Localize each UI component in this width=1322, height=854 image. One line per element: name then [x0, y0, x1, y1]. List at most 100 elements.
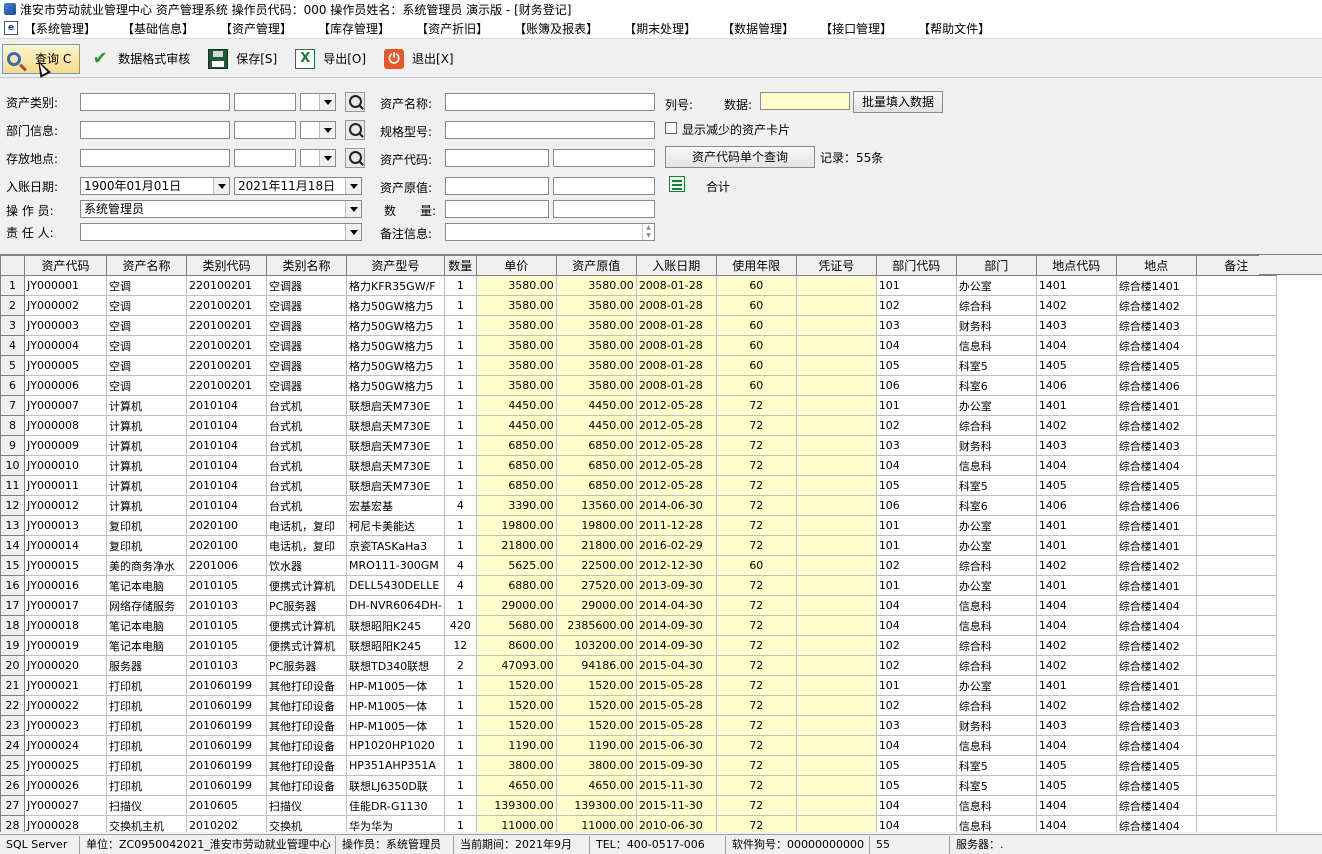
- table-cell[interactable]: 1406: [1035, 375, 1117, 396]
- table-cell[interactable]: JY000024: [24, 735, 107, 756]
- table-cell[interactable]: 60: [715, 275, 797, 296]
- table-cell[interactable]: 宏基宏基: [346, 495, 445, 516]
- table-cell[interactable]: 1405: [1035, 755, 1117, 776]
- table-row[interactable]: 27 JY000027 扫描仪 2010605 扫描仪 佳能DR-G1130 1 139300…: [0, 795, 1277, 816]
- table-cell[interactable]: 6850.00: [475, 435, 557, 456]
- row-number[interactable]: 16: [0, 575, 25, 596]
- table-cell[interactable]: [795, 275, 877, 296]
- row-number[interactable]: 25: [0, 755, 25, 776]
- table-cell[interactable]: 2015-05-28: [635, 715, 717, 736]
- table-cell[interactable]: 1520.00: [555, 695, 637, 716]
- responsible-combo[interactable]: [80, 223, 362, 241]
- table-cell[interactable]: 201060199: [186, 675, 267, 696]
- table-cell[interactable]: JY000017: [24, 595, 107, 616]
- row-number[interactable]: 15: [0, 555, 25, 576]
- table-cell[interactable]: 3800.00: [555, 755, 637, 776]
- table-cell[interactable]: 60: [715, 335, 797, 356]
- table-cell[interactable]: 220100201: [186, 335, 267, 356]
- row-number[interactable]: 6: [0, 375, 25, 396]
- table-cell[interactable]: [795, 515, 877, 536]
- menu-period-end[interactable]: 【期末处理】: [624, 20, 696, 37]
- table-cell[interactable]: 220100201: [186, 355, 267, 376]
- table-cell[interactable]: 104: [875, 815, 957, 832]
- table-cell[interactable]: 联想昭阳K245: [346, 615, 445, 636]
- column-header[interactable]: 部门代码: [875, 255, 957, 276]
- table-cell[interactable]: 3580.00: [555, 375, 637, 396]
- table-cell[interactable]: JY000010: [24, 455, 107, 476]
- table-cell[interactable]: 联想启天M730E: [346, 395, 445, 416]
- table-cell[interactable]: 2020100: [186, 515, 267, 536]
- table-row[interactable]: 5 JY000005 空调 220100201 空调器 格力50GW格力5 1 3580.00…: [0, 355, 1277, 376]
- show-reduced-checkbox[interactable]: [665, 122, 677, 134]
- column-header[interactable]: 凭证号: [795, 255, 877, 276]
- table-cell[interactable]: 2014-09-30: [635, 635, 717, 656]
- table-cell[interactable]: 综合楼1404: [1115, 335, 1197, 356]
- table-cell[interactable]: 103: [875, 435, 957, 456]
- table-cell[interactable]: 1404: [1035, 455, 1117, 476]
- table-cell[interactable]: 2015-05-28: [635, 675, 717, 696]
- table-cell[interactable]: 3580.00: [475, 335, 557, 356]
- table-cell[interactable]: 103200.00: [555, 635, 637, 656]
- table-cell[interactable]: 联想昭阳K245: [346, 635, 445, 656]
- table-cell[interactable]: 综合楼1404: [1115, 815, 1197, 832]
- table-cell[interactable]: 台式机: [266, 495, 347, 516]
- quantity-from-input[interactable]: [445, 200, 549, 218]
- table-cell[interactable]: 打印机: [106, 675, 187, 696]
- table-cell[interactable]: 2010104: [186, 455, 267, 476]
- table-cell[interactable]: 交换机: [266, 815, 347, 832]
- table-cell[interactable]: 电话机，复印: [266, 535, 347, 556]
- table-cell[interactable]: [1195, 495, 1277, 516]
- table-cell[interactable]: 1405: [1035, 775, 1117, 796]
- table-cell[interactable]: 综合楼1402: [1115, 415, 1197, 436]
- table-cell[interactable]: 综合楼1401: [1115, 675, 1197, 696]
- save-button[interactable]: 保存[S]: [204, 44, 285, 74]
- department-code-input[interactable]: [234, 121, 296, 139]
- table-cell[interactable]: 1: [443, 535, 477, 556]
- table-cell[interactable]: 综合楼1405: [1115, 775, 1197, 796]
- table-cell[interactable]: 2010103: [186, 655, 267, 676]
- table-cell[interactable]: [795, 495, 877, 516]
- table-cell[interactable]: [795, 395, 877, 416]
- table-cell[interactable]: 1401: [1035, 515, 1117, 536]
- row-number[interactable]: 11: [0, 475, 25, 496]
- table-cell[interactable]: 网络存储服务: [106, 595, 187, 616]
- table-cell[interactable]: 2010105: [186, 615, 267, 636]
- table-cell[interactable]: 格力50GW格力5: [346, 315, 445, 336]
- table-cell[interactable]: 60: [715, 315, 797, 336]
- table-cell[interactable]: 1: [443, 315, 477, 336]
- table-cell[interactable]: 便携式计算机: [266, 615, 347, 636]
- table-cell[interactable]: 打印机: [106, 755, 187, 776]
- menu-system[interactable]: 【系统管理】: [24, 20, 96, 37]
- table-cell[interactable]: [1195, 435, 1277, 456]
- table-cell[interactable]: [1195, 415, 1277, 436]
- table-cell[interactable]: 空调器: [266, 275, 347, 296]
- table-cell[interactable]: [795, 415, 877, 436]
- table-cell[interactable]: 1406: [1035, 495, 1117, 516]
- column-header[interactable]: 类别名称: [266, 255, 347, 276]
- table-cell[interactable]: 科室6: [955, 375, 1037, 396]
- table-row[interactable]: 10 JY000010 计算机 2010104 台式机 联想启天M730E 1 6850.00…: [0, 455, 1277, 476]
- table-cell[interactable]: [1195, 615, 1277, 636]
- table-cell[interactable]: 1520.00: [555, 715, 637, 736]
- table-cell[interactable]: [795, 455, 877, 476]
- table-cell[interactable]: 1: [443, 735, 477, 756]
- table-cell[interactable]: JY000008: [24, 415, 107, 436]
- table-cell[interactable]: [1195, 695, 1277, 716]
- table-cell[interactable]: 综合楼1403: [1115, 715, 1197, 736]
- table-cell[interactable]: 饮水器: [266, 555, 347, 576]
- table-cell[interactable]: 综合科: [955, 695, 1037, 716]
- table-cell[interactable]: 1403: [1035, 315, 1117, 336]
- table-cell[interactable]: 60: [715, 355, 797, 376]
- department-search-button[interactable]: [345, 120, 365, 140]
- table-cell[interactable]: 2015-04-30: [635, 655, 717, 676]
- table-cell[interactable]: JY000013: [24, 515, 107, 536]
- table-cell[interactable]: 102: [875, 635, 957, 656]
- table-cell[interactable]: [795, 535, 877, 556]
- table-cell[interactable]: 139300.00: [475, 795, 557, 816]
- table-cell[interactable]: 4450.00: [475, 415, 557, 436]
- asset-code-from-input[interactable]: [445, 149, 549, 167]
- table-cell[interactable]: JY000003: [24, 315, 107, 336]
- table-cell[interactable]: 3580.00: [555, 275, 637, 296]
- chevron-down-icon[interactable]: [319, 150, 335, 166]
- table-cell[interactable]: 104: [875, 735, 957, 756]
